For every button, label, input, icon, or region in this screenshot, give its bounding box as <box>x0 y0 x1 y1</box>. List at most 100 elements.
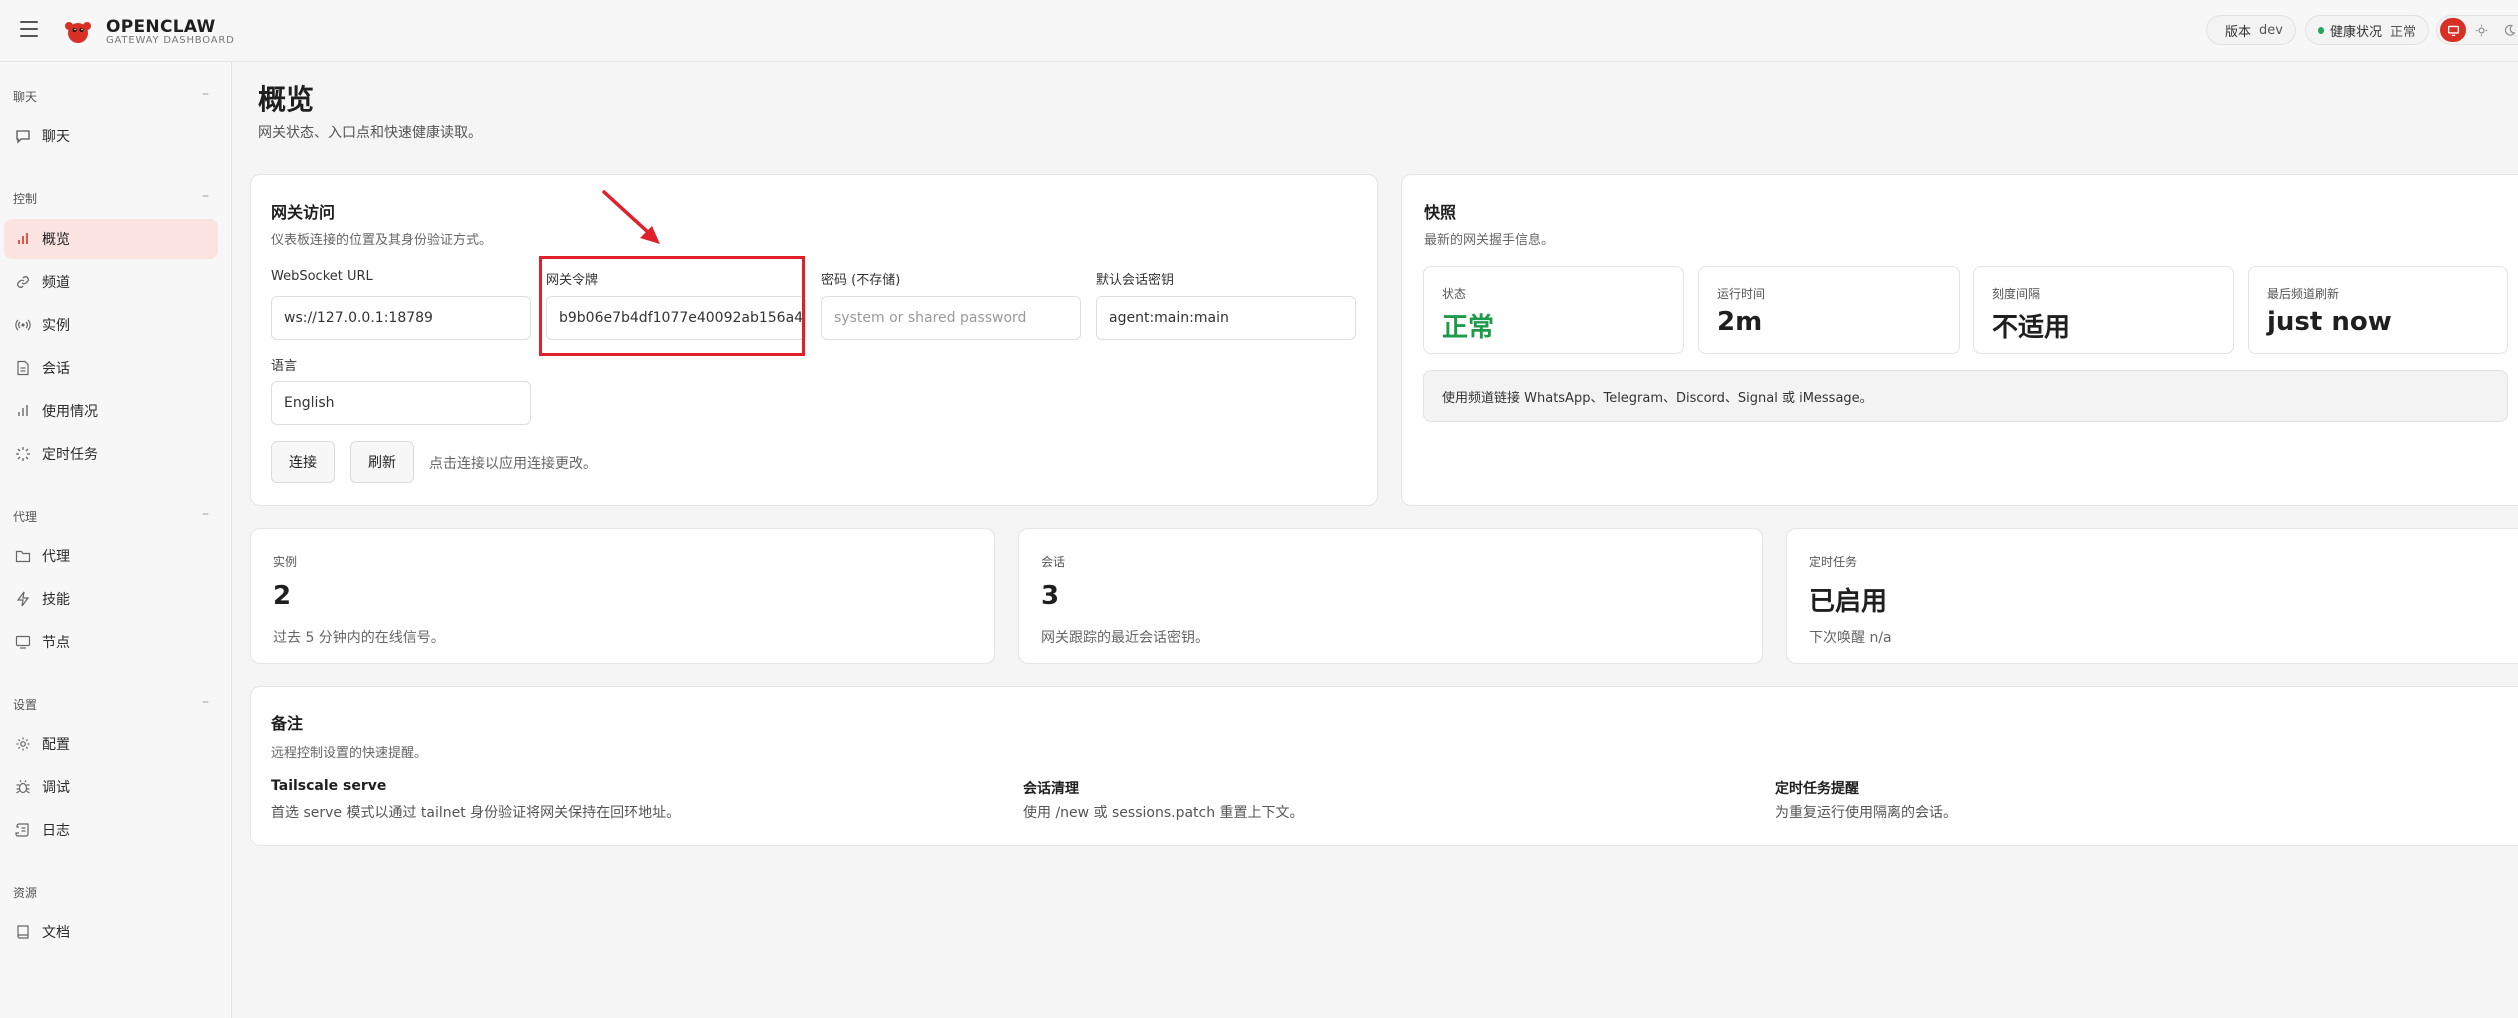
stat-label: 定时任务 <box>1809 555 1858 569</box>
stat-label: 会话 <box>1041 555 1066 569</box>
annotation-arrow-icon <box>602 190 660 244</box>
bar-chart-icon <box>14 230 32 248</box>
theme-dark-button[interactable] <box>2496 18 2518 42</box>
language-select[interactable]: English <box>271 381 531 425</box>
monitor-icon <box>14 633 32 651</box>
scroll-icon <box>14 821 32 839</box>
bar-chart-icon <box>14 402 32 420</box>
snapshot-status-tile: 状态 正常 <box>1423 266 1684 354</box>
sidebar-item-label: 配置 <box>42 737 70 753</box>
note-item-title: 会话清理 <box>1023 781 1079 797</box>
note-item-title: 定时任务提醒 <box>1775 781 1859 797</box>
collapse-icon: – <box>202 506 209 522</box>
theme-system-button[interactable] <box>2440 18 2466 42</box>
health-value: 正常 <box>2389 24 2416 40</box>
session-key-input[interactable]: agent:main:main <box>1096 296 1356 340</box>
bolt-icon <box>14 590 32 608</box>
version-label: 版本 <box>2225 24 2252 40</box>
sidebar-item-sessions[interactable]: 会话 <box>4 348 218 388</box>
radio-icon <box>14 316 32 334</box>
sidebar-item-config[interactable]: 配置 <box>4 724 218 764</box>
sidebar-item-label: 节点 <box>42 635 70 651</box>
tile-label: 最后频道刷新 <box>2267 287 2340 301</box>
note-item-title: Tailscale serve <box>271 778 387 794</box>
notes-title: 备注 <box>271 714 304 733</box>
sidebar-section-chat[interactable]: 聊天 – <box>13 86 209 105</box>
sidebar-section-resources[interactable]: 资源 <box>13 884 209 901</box>
sidebar-item-label: 频道 <box>42 275 70 291</box>
sidebar-item-label: 调试 <box>42 780 70 796</box>
version-pill: 版本 dev <box>2206 15 2296 45</box>
connect-button[interactable]: 连接 <box>271 441 335 483</box>
book-icon <box>14 923 32 941</box>
sidebar-item-usage[interactable]: 使用情况 <box>4 391 218 431</box>
theme-light-button[interactable] <box>2468 18 2494 42</box>
sidebar-item-overview[interactable]: 概览 <box>4 219 218 259</box>
section-title: 设置 <box>13 698 38 712</box>
notes-card <box>250 686 2518 846</box>
note-item-text: 使用 /new 或 sessions.patch 重置上下文。 <box>1023 805 1304 821</box>
menu-icon[interactable] <box>20 21 38 37</box>
notes-description: 远程控制设置的快速提醒。 <box>271 746 428 761</box>
sidebar-item-debug[interactable]: 调试 <box>4 767 218 807</box>
sidebar-section-control[interactable]: 控制 – <box>13 188 209 207</box>
link-icon <box>14 273 32 291</box>
instances-stat-card: 实例 2 过去 5 分钟内的在线信号。 <box>250 528 995 664</box>
gateway-access-card: 网关访问 仪表板连接的位置及其身份验证方式。 WebSocket URL ws:… <box>250 174 1378 506</box>
sidebar: 聊天 – 聊天 控制 – 概览 频道 实例 会话 使用情况 定时任务 代理 – 代理 <box>0 62 232 1018</box>
sidebar-item-channels[interactable]: 频道 <box>4 262 218 302</box>
tile-value: 正常 <box>1442 313 1495 343</box>
section-title: 代理 <box>13 510 38 524</box>
stat-value: 3 <box>1041 581 1060 611</box>
sidebar-item-skills[interactable]: 技能 <box>4 579 218 619</box>
section-title: 控制 <box>13 192 38 206</box>
card-description: 最新的网关握手信息。 <box>1424 233 1555 248</box>
sidebar-item-label: 实例 <box>42 318 70 334</box>
sidebar-item-label: 文档 <box>42 925 70 941</box>
stat-subtext: 下次唤醒 n/a <box>1809 630 1892 646</box>
password-label: 密码 (不存储) <box>821 273 901 288</box>
tile-label: 刻度间隔 <box>1992 287 2041 301</box>
snapshot-uptime-tile: 运行时间 2m <box>1698 266 1960 354</box>
sidebar-item-chat[interactable]: 聊天 <box>4 116 218 156</box>
stat-subtext: 过去 5 分钟内的在线信号。 <box>273 630 445 646</box>
top-bar: OPENCLAW GATEWAY DASHBOARD 版本 dev 健康状况 正… <box>0 0 2518 62</box>
snapshot-tick-interval-tile: 刻度间隔 不适用 <box>1973 266 2234 354</box>
sidebar-item-logs[interactable]: 日志 <box>4 810 218 850</box>
health-label: 健康状况 <box>2329 24 2382 40</box>
brand-title: OPENCLAW <box>106 17 216 37</box>
document-icon <box>14 359 32 377</box>
sidebar-item-agents[interactable]: 代理 <box>4 536 218 576</box>
sidebar-item-instances[interactable]: 实例 <box>4 305 218 345</box>
sidebar-item-docs[interactable]: 文档 <box>4 912 218 952</box>
cron-stat-card: 定时任务 已启用 下次唤醒 n/a <box>1786 528 2518 664</box>
collapse-icon: – <box>202 86 209 102</box>
section-title: 聊天 <box>13 90 38 104</box>
note-item-text: 首选 serve 模式以通过 tailnet 身份验证将网关保持在回环地址。 <box>271 805 681 821</box>
sessions-stat-card: 会话 3 网关跟踪的最近会话密钥。 <box>1018 528 1763 664</box>
stat-value: 已启用 <box>1809 587 1888 617</box>
version-value: dev <box>2259 22 2283 38</box>
sidebar-item-label: 使用情况 <box>42 404 98 420</box>
collapse-icon: – <box>202 188 209 204</box>
annotation-highlight-box <box>539 256 805 356</box>
password-input[interactable]: system or shared password <box>821 296 1081 340</box>
websocket-url-input[interactable]: ws://127.0.0.1:18789 <box>271 296 531 340</box>
sidebar-item-nodes[interactable]: 节点 <box>4 622 218 662</box>
snapshot-last-refresh-tile: 最后频道刷新 just now <box>2248 266 2508 354</box>
chat-icon <box>14 127 32 145</box>
gear-icon <box>14 735 32 753</box>
card-title: 网关访问 <box>271 203 336 222</box>
sidebar-section-agents[interactable]: 代理 – <box>13 506 209 525</box>
refresh-button[interactable]: 刷新 <box>350 441 414 483</box>
card-description: 仪表板连接的位置及其身份验证方式。 <box>271 233 493 248</box>
connect-hint: 点击连接以应用连接更改。 <box>429 456 597 472</box>
sidebar-item-label: 技能 <box>42 592 70 608</box>
sidebar-item-cron[interactable]: 定时任务 <box>4 434 218 474</box>
language-label: 语言 <box>271 359 298 374</box>
note-item-text: 为重复运行使用隔离的会话。 <box>1775 805 1957 821</box>
status-dot-icon <box>2318 26 2324 34</box>
sidebar-section-settings[interactable]: 设置 – <box>13 695 209 713</box>
sidebar-item-label: 会话 <box>42 361 70 377</box>
monitor-icon <box>2447 25 2459 36</box>
